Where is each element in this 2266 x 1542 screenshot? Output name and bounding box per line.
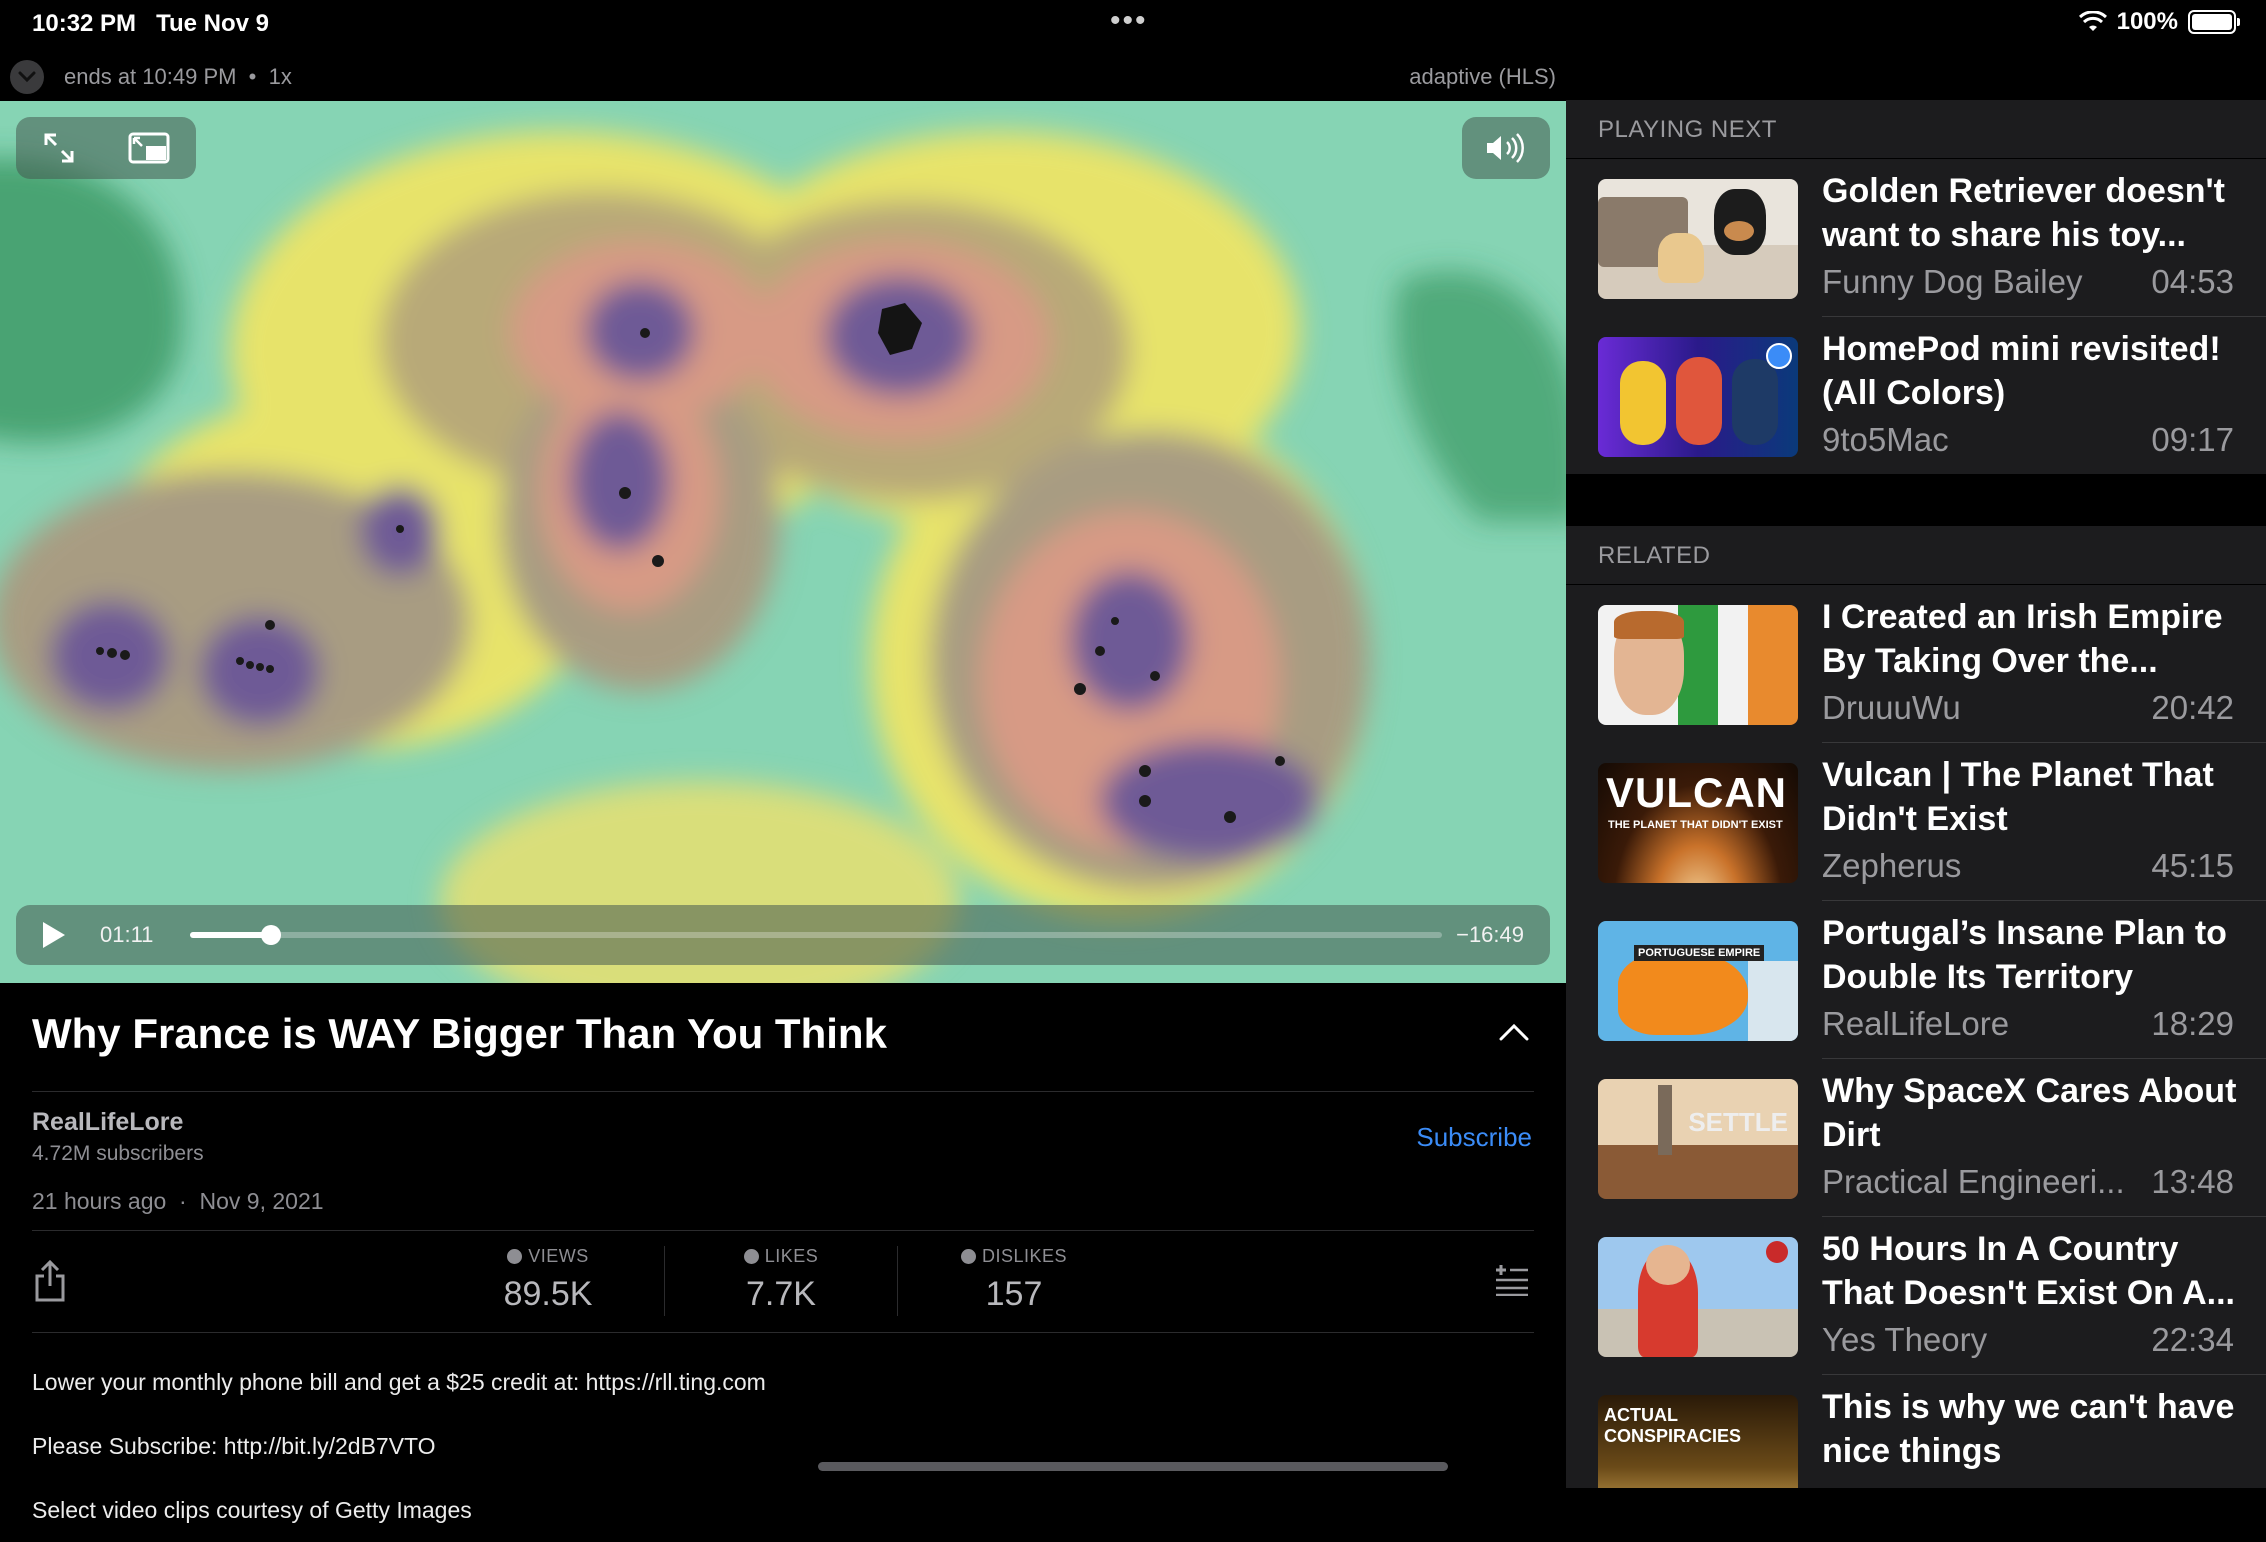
item-title: Why SpaceX Cares About Dirt <box>1822 1072 2237 1154</box>
views-stat: VIEWS 89.5K <box>503 1246 593 1313</box>
video-title: Why France is WAY Bigger Than You Think <box>32 1010 887 1057</box>
video-thumbnail <box>1598 179 1798 299</box>
chevron-down-icon <box>18 71 36 83</box>
home-indicator[interactable] <box>818 1462 1448 1471</box>
divider <box>32 1230 1534 1231</box>
share-icon[interactable] <box>34 1260 66 1302</box>
item-title: Portugal’s Insane Plan to Double Its Ter… <box>1822 914 2227 996</box>
up-next-sidebar: PLAYING NEXT Golden Retriever doesn't wa… <box>1566 100 2266 1488</box>
play-icon <box>43 922 65 948</box>
picture-in-picture-icon[interactable] <box>128 131 170 165</box>
quality-label[interactable]: adaptive (HLS) <box>1409 64 1556 90</box>
related-item[interactable]: VULCAN THE PLANET THAT DIDN'T EXIST Vulc… <box>1566 743 2266 901</box>
current-time: 01:11 <box>100 922 154 947</box>
progress-fill <box>190 932 271 938</box>
video-thumbnail: PORTUGUESE EMPIRE <box>1598 921 1798 1041</box>
channel-name[interactable]: RealLifeLore <box>32 1108 183 1137</box>
remaining-time: −16:49 <box>1456 922 1524 947</box>
item-channel: 9to5Mac <box>1822 421 1949 458</box>
item-duration: 45:15 <box>2151 847 2234 884</box>
item-duration: 04:53 <box>2151 263 2234 300</box>
item-duration: 20:42 <box>2151 689 2234 726</box>
video-thumbnail: ACTUAL CONSPIRACIES <box>1598 1395 1798 1488</box>
item-title: Vulcan | The Planet That Didn't Exist <box>1822 756 2214 838</box>
video-thumbnail <box>1598 337 1798 457</box>
item-channel: Yes Theory <box>1822 1321 1988 1358</box>
multitasking-dots[interactable]: ••• <box>1110 4 1148 38</box>
playing-next-item[interactable]: HomePod mini revisited! (All Colors) 9to… <box>1566 317 2266 474</box>
video-thumbnail <box>1598 1237 1798 1357</box>
playing-next-item[interactable]: Golden Retriever doesn't want to share h… <box>1566 159 2266 317</box>
item-duration: 22:34 <box>2151 1321 2234 1358</box>
end-time-info: ends at 10:49 PM • 1x <box>64 64 292 89</box>
chevron-up-icon[interactable] <box>1498 1022 1530 1042</box>
progress-scrubber[interactable] <box>190 925 1443 945</box>
related-item[interactable]: I Created an Irish Empire By Taking Over… <box>1566 585 2266 743</box>
video-thumbnail: VULCAN THE PLANET THAT DIDN'T EXIST <box>1598 763 1798 883</box>
video-player[interactable]: 01:11 −16:49 <box>0 101 1566 983</box>
video-frame-map <box>0 101 1566 983</box>
collapse-button[interactable] <box>10 60 44 94</box>
playing-next-heading: PLAYING NEXT <box>1598 116 1777 143</box>
divider <box>897 1246 898 1316</box>
playback-controls: 01:11 −16:49 <box>16 905 1550 965</box>
status-time: 10:32 PM Tue Nov 9 <box>32 10 269 37</box>
playback-speed[interactable]: 1x <box>269 64 292 89</box>
likes-stat[interactable]: LIKES 7.7K <box>681 1246 881 1314</box>
play-button[interactable] <box>24 921 84 949</box>
item-title: 50 Hours In A Country That Doesn't Exist… <box>1822 1230 2235 1312</box>
video-top-left-controls <box>16 117 196 179</box>
divider <box>664 1246 665 1316</box>
speaker-icon <box>1487 133 1524 163</box>
divider <box>32 1091 1534 1092</box>
related-item[interactable]: SETTLE Why SpaceX Cares About Dirt Pract… <box>1566 1059 2266 1217</box>
item-title: HomePod mini revisited! (All Colors) <box>1822 330 2221 412</box>
status-bar: 10:32 PM Tue Nov 9 ••• 100% <box>0 0 2266 48</box>
item-title: Golden Retriever doesn't want to share h… <box>1822 172 2225 254</box>
fullscreen-icon[interactable] <box>42 131 76 165</box>
related-item[interactable]: PORTUGUESE EMPIRE Portugal’s Insane Plan… <box>1566 901 2266 1059</box>
subscriber-count: 4.72M subscribers <box>32 1142 204 1165</box>
thumbs-down-icon <box>960 1249 976 1264</box>
video-thumbnail: SETTLE <box>1598 1079 1798 1199</box>
clock-icon <box>1766 343 1792 369</box>
item-title: This is why we can't have nice things <box>1822 1388 2235 1470</box>
item-title: I Created an Irish Empire By Taking Over… <box>1822 598 2223 680</box>
item-channel: DruuuWu <box>1822 689 1961 726</box>
section-gap <box>1566 474 2266 526</box>
dislikes-stat[interactable]: DISLIKES 157 <box>914 1246 1114 1314</box>
wifi-icon <box>2078 11 2107 31</box>
volume-button[interactable] <box>1462 117 1550 179</box>
item-channel: Zepherus <box>1822 847 1962 884</box>
video-thumbnail <box>1598 605 1798 725</box>
eye-icon <box>507 1249 523 1264</box>
status-indicators: 100% <box>2078 8 2240 36</box>
video-description: Lower your monthly phone bill and get a … <box>32 1350 1532 1542</box>
related-heading: RELATED <box>1598 542 1711 569</box>
item-duration: 18:29 <box>2151 1005 2234 1042</box>
description-line: Lower your monthly phone bill and get a … <box>32 1369 766 1395</box>
divider <box>32 1332 1534 1333</box>
related-item[interactable]: ACTUAL CONSPIRACIES This is why we can't… <box>1566 1375 2266 1488</box>
item-duration: 09:17 <box>2151 421 2234 458</box>
item-channel: Funny Dog Bailey <box>1822 263 2083 300</box>
item-duration: 13:48 <box>2151 1163 2234 1200</box>
thumbs-up-icon <box>743 1249 759 1264</box>
scrubber-knob[interactable] <box>260 925 281 945</box>
related-item[interactable]: 50 Hours In A Country That Doesn't Exist… <box>1566 1217 2266 1375</box>
battery-percent: 100% <box>2116 8 2178 35</box>
player-info-bar: ends at 10:49 PM • 1x adaptive (HLS) <box>0 52 1566 100</box>
add-to-playlist-icon[interactable] <box>1494 1264 1530 1296</box>
posted-date: 21 hours ago · Nov 9, 2021 <box>32 1188 324 1214</box>
item-channel: Practical Engineeri... <box>1822 1163 2125 1200</box>
battery-icon <box>2188 10 2240 34</box>
item-channel: RealLifeLore <box>1822 1005 2010 1042</box>
subscribe-button[interactable]: Subscribe <box>1416 1122 1532 1153</box>
